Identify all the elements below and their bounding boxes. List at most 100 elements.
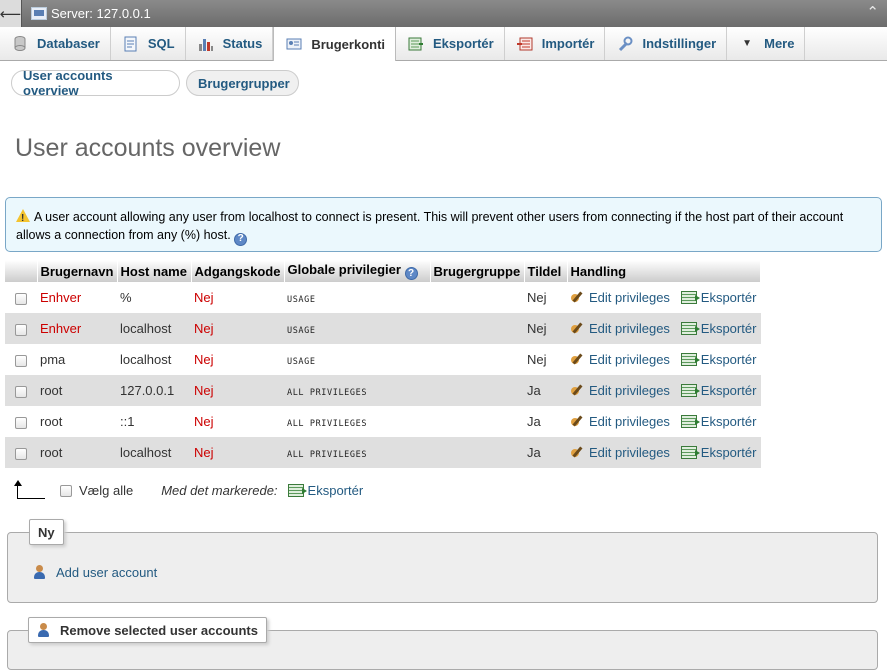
- back-arrow-icon[interactable]: ⟵: [0, 0, 22, 27]
- select-all-checkbox[interactable]: [60, 484, 72, 497]
- sql-icon: [123, 36, 139, 52]
- tab-label: Importér: [541, 36, 595, 51]
- help-icon[interactable]: ?: [234, 232, 248, 246]
- password-cell: Nej: [191, 313, 284, 344]
- username-cell: Enhver: [37, 282, 117, 313]
- action-cell: Edit privileges Eksportér: [567, 344, 761, 375]
- edit-privileges-link[interactable]: Edit privileges: [570, 414, 670, 429]
- user-group-cell: [430, 375, 524, 406]
- edit-privileges-label: Edit privileges: [589, 414, 670, 429]
- host-cell: ::1: [117, 406, 191, 437]
- edit-privileges-link[interactable]: Edit privileges: [570, 445, 670, 460]
- header-host[interactable]: Host name: [117, 260, 192, 282]
- row-checkbox-cell: [5, 282, 37, 313]
- user-group-cell: [430, 313, 524, 344]
- edit-privileges-link[interactable]: Edit privileges: [570, 290, 670, 305]
- action-cell: Edit privileges Eksportér: [567, 313, 761, 344]
- subtab-user-accounts-overview[interactable]: User accounts overview: [11, 68, 180, 98]
- header-username[interactable]: Brugernavn: [37, 260, 118, 282]
- edit-privileges-icon: [570, 445, 585, 460]
- table-row[interactable]: root localhost Nej ALL PRIVILEGES Ja Edit pri…: [5, 437, 761, 468]
- tab-mere[interactable]: ▼ Mere: [727, 27, 806, 60]
- row-checkbox[interactable]: [15, 447, 27, 460]
- privileges-value: USAGE: [287, 326, 316, 336]
- table-row[interactable]: root::1 Nej ALL PRIVILEGES Ja Edit privilege…: [5, 406, 761, 437]
- tab-indstillinger[interactable]: Indstillinger: [605, 27, 728, 60]
- export-user-link[interactable]: Eksportér: [680, 383, 757, 398]
- edit-privileges-label: Edit privileges: [589, 383, 670, 398]
- remove-legend-label: Remove selected user accounts: [60, 622, 258, 638]
- edit-privileges-link[interactable]: Edit privileges: [570, 352, 670, 367]
- export-user-link[interactable]: Eksportér: [680, 445, 757, 460]
- collapse-icon[interactable]: ⌃: [866, 3, 879, 21]
- row-checkbox[interactable]: [15, 354, 27, 367]
- grant-cell: Ja: [524, 375, 567, 406]
- row-checkbox-cell: [5, 406, 37, 437]
- add-user-icon: [33, 565, 47, 580]
- add-user-account-link[interactable]: Add user account: [33, 565, 157, 580]
- export-label: Eksportér: [700, 383, 757, 398]
- export-user-link[interactable]: Eksportér: [680, 290, 757, 305]
- header-label: Globale privilegier: [287, 262, 401, 277]
- edit-privileges-label: Edit privileges: [589, 321, 670, 336]
- server-title[interactable]: Server: 127.0.0.1: [51, 6, 151, 21]
- privileges-cell: USAGE: [284, 344, 430, 375]
- table-row[interactable]: Enhver localhost Nej USAGE Nej Edit privilege…: [5, 313, 761, 344]
- row-checkbox[interactable]: [15, 416, 27, 429]
- user-group-cell: [430, 282, 524, 313]
- export-label: Eksportér: [700, 290, 757, 305]
- tab-status[interactable]: Status: [186, 27, 274, 60]
- grant-cell: Ja: [524, 437, 567, 468]
- action-cell: Edit privileges Eksportér: [567, 375, 761, 406]
- tab-importer[interactable]: Importér: [505, 27, 606, 60]
- edit-privileges-link[interactable]: Edit privileges: [570, 321, 670, 336]
- row-checkbox[interactable]: [15, 292, 27, 305]
- header-password[interactable]: Adgangskode: [191, 260, 285, 282]
- settings-icon: [617, 36, 633, 52]
- export-user-link[interactable]: Eksportér: [680, 321, 756, 336]
- select-all-label[interactable]: Vælg alle: [79, 483, 133, 498]
- subtab-brugergrupper[interactable]: Brugergrupper: [186, 70, 299, 96]
- row-checkbox[interactable]: [15, 385, 27, 398]
- header-global-privileges[interactable]: Globale privilegier ?: [284, 260, 431, 282]
- tab-label: Status: [222, 36, 263, 51]
- action-cell: Edit privileges Eksportér: [567, 406, 761, 437]
- table-row[interactable]: Enhver% Nej USAGE Nej Edit privileges Ekspor…: [5, 282, 761, 313]
- remove-legend: Remove selected user accounts: [28, 617, 267, 643]
- host-cell: localhost: [117, 313, 191, 344]
- tab-sql[interactable]: SQL: [111, 27, 186, 60]
- tab-brugerkonti[interactable]: Brugerkonti: [273, 27, 397, 61]
- export-user-link[interactable]: Eksportér: [680, 352, 756, 367]
- database-icon: [12, 36, 28, 52]
- export-icon: [680, 322, 700, 335]
- header-grant[interactable]: Tildel: [524, 260, 568, 282]
- add-user-label: Add user account: [56, 565, 158, 580]
- export-user-link[interactable]: Eksportér: [680, 414, 756, 429]
- table-row[interactable]: root 127.0.0.1 Nej ALL PRIVILEGES Ja Edit pri…: [5, 375, 761, 406]
- subtab-label: Brugergrupper: [198, 75, 290, 91]
- help-icon[interactable]: ?: [404, 267, 418, 280]
- host-cell: %: [117, 282, 191, 313]
- row-checkbox[interactable]: [15, 323, 27, 336]
- edit-privileges-link[interactable]: Edit privileges: [570, 383, 670, 398]
- host-cell: localhost: [117, 344, 191, 375]
- notice-text: A user account allowing any user from lo…: [16, 210, 844, 242]
- row-checkbox-cell: [5, 344, 37, 375]
- password-cell: Nej: [191, 375, 284, 406]
- username-cell: pma: [37, 344, 117, 375]
- export-label: Eksportér: [700, 445, 757, 460]
- table-row[interactable]: pma localhost Nej USAGE Nej Edit privileges E…: [5, 344, 761, 375]
- edit-privileges-label: Edit privileges: [589, 352, 670, 367]
- tab-eksporter[interactable]: Eksportér: [396, 27, 505, 60]
- tab-databaser[interactable]: Databaser: [0, 27, 111, 60]
- export-icon: [680, 384, 700, 397]
- subtab-label: User accounts overview: [23, 68, 113, 98]
- bulk-export-button[interactable]: Eksportér: [287, 483, 363, 498]
- user-accounts-icon: [286, 36, 302, 52]
- header-user-group[interactable]: Brugergruppe: [430, 260, 525, 282]
- password-cell: Nej: [191, 282, 284, 313]
- arrow-up-icon: [14, 480, 45, 499]
- username-cell: Enhver: [37, 313, 117, 344]
- page-title: User accounts overview: [15, 134, 281, 162]
- username-cell: root: [37, 375, 117, 406]
